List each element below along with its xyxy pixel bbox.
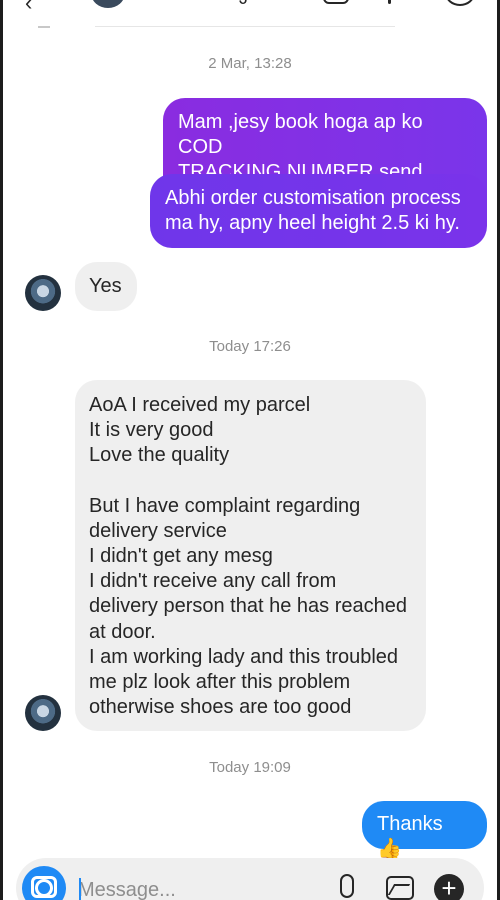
video-icon[interactable]: [388, 0, 391, 4]
message-text: I didn't receive any call from: [89, 570, 337, 593]
contact-avatar[interactable]: [91, 0, 125, 8]
gallery-icon[interactable]: [386, 876, 414, 900]
phone-icon[interactable]: [323, 0, 349, 4]
message-text: at door.: [89, 620, 156, 643]
microphone-icon[interactable]: [340, 874, 354, 898]
info-icon[interactable]: [445, 0, 475, 6]
sender-avatar[interactable]: [25, 275, 61, 311]
sent-message[interactable]: Thanks 👍: [362, 801, 487, 860]
message-text: But I have complaint regarding: [89, 494, 361, 517]
received-message[interactable]: Yes: [75, 262, 137, 311]
message-text: [89, 469, 412, 494]
message-text: otherwise shoes are too good: [89, 696, 352, 719]
message-text: Yes: [89, 275, 122, 297]
message-text: I didn't get any mesg: [89, 545, 273, 568]
text-caret: [79, 878, 81, 900]
message-composer: +: [16, 858, 484, 900]
divider: [38, 26, 50, 28]
chat-header: ‹ J: [3, 0, 497, 16]
message-text: ma hy, apny heel height 2.5 ki hy.: [165, 212, 460, 234]
back-arrow-icon[interactable]: ‹: [25, 0, 32, 16]
timestamp: Today 19:09: [209, 759, 291, 776]
contact-name[interactable]: J: [239, 0, 248, 9]
timestamp: Today 17:26: [209, 338, 291, 355]
message-text: delivery person that he has reached: [89, 595, 407, 618]
message-text: me plz look after this problem: [89, 671, 351, 694]
timestamp: 2 Mar, 13:28: [208, 55, 292, 72]
message-text: I am working lady and this troubled: [89, 645, 399, 668]
message-text: Abhi order customisation process: [165, 187, 461, 209]
message-text: Mam ,jesy book hoga ap ko COD: [178, 111, 423, 158]
message-text: delivery service: [89, 519, 227, 542]
message-text: Thanks 👍: [377, 813, 443, 860]
message-text: Love the quality: [89, 444, 230, 467]
message-text: AoA I received my parcel: [89, 394, 311, 416]
sent-message[interactable]: Abhi order customisation process ma hy, …: [150, 174, 487, 248]
camera-icon[interactable]: [22, 866, 66, 900]
message-text: It is very good: [89, 419, 214, 442]
sender-avatar[interactable]: [25, 695, 61, 731]
message-input[interactable]: [78, 876, 308, 900]
divider: [95, 26, 395, 27]
plus-icon[interactable]: +: [434, 874, 464, 900]
camera-lens: [35, 879, 53, 897]
received-message[interactable]: AoA I received my parcel It is very good…: [75, 380, 426, 731]
